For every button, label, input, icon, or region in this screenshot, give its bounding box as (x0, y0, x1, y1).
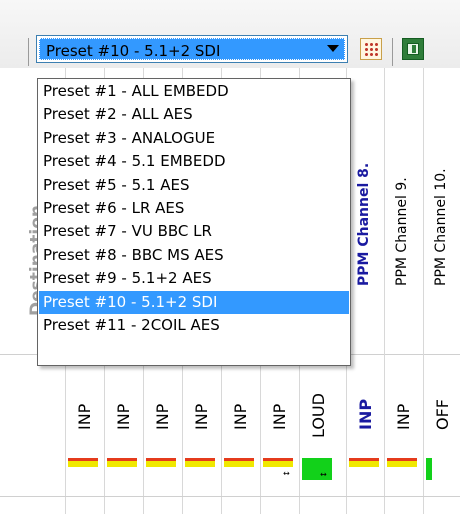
routing-cell[interactable]: INP (394, 404, 413, 430)
preset-option[interactable]: Preset #3 - ANALOGUE (39, 127, 349, 150)
preset-option[interactable]: Preset #1 - ALL EMBEDD (39, 80, 349, 103)
toolbar-separator (28, 38, 29, 66)
level-meter (185, 458, 215, 480)
grid-row-divider (0, 496, 460, 497)
green-window-icon[interactable] (402, 38, 424, 60)
level-meter: ↔ (302, 458, 332, 480)
column-header[interactable]: PPM Channel 9. (394, 177, 410, 286)
routing-cell[interactable]: INP (231, 404, 250, 430)
toolbar: Preset #10 - 5.1+2 SDI (0, 0, 460, 69)
level-meter (426, 458, 456, 480)
routing-cell[interactable]: INP (356, 399, 375, 430)
preset-option[interactable]: Preset #9 - 5.1+2 AES (39, 267, 349, 290)
routing-cell[interactable]: INP (153, 404, 172, 430)
level-meter (68, 458, 98, 480)
grid-column-divider (423, 68, 424, 514)
toolbar-separator (392, 38, 393, 66)
preset-option[interactable]: Preset #8 - BBC MS AES (39, 244, 349, 267)
preset-select[interactable]: Preset #10 - 5.1+2 SDI (36, 35, 348, 63)
routing-cell[interactable]: OFF (433, 399, 452, 430)
level-meter (107, 458, 137, 480)
preset-dropdown-list[interactable]: Preset #1 - ALL EMBEDD Preset #2 - ALL AE… (37, 78, 351, 366)
routing-cell[interactable]: INP (114, 404, 133, 430)
preset-option[interactable]: Preset #6 - LR AES (39, 197, 349, 220)
column-header[interactable]: PPM Channel 8. (356, 163, 372, 286)
column-header[interactable]: PPM Channel 10. (433, 168, 449, 286)
level-meter: ↔ (263, 458, 293, 480)
preset-option[interactable]: Preset #7 - VU BBC LR (39, 220, 349, 243)
routing-cell[interactable]: INP (192, 404, 211, 430)
meter-marker-icon: ↔ (283, 469, 290, 478)
grid-column-divider (384, 68, 385, 514)
level-meter (349, 458, 379, 480)
routing-cell[interactable]: LOUD (309, 393, 328, 438)
level-meter (387, 458, 417, 480)
numeric-keypad-icon[interactable] (360, 38, 382, 60)
chevron-down-icon[interactable] (327, 45, 339, 52)
level-meter (224, 458, 254, 480)
preset-option[interactable]: Preset #2 - ALL AES (39, 103, 349, 126)
routing-cell[interactable]: INP (270, 404, 289, 430)
level-meter (146, 458, 176, 480)
preset-option[interactable]: Preset #11 - 2COIL AES (39, 314, 349, 337)
preset-select-value: Preset #10 - 5.1+2 SDI (46, 42, 221, 60)
routing-cell[interactable]: INP (75, 404, 94, 430)
preset-option[interactable]: Preset #4 - 5.1 EMBEDD (39, 150, 349, 173)
meter-marker-icon: ↔ (320, 470, 327, 479)
preset-option[interactable]: Preset #5 - 5.1 AES (39, 174, 349, 197)
preset-select-value-box: Preset #10 - 5.1+2 SDI (39, 38, 345, 60)
preset-option[interactable]: Preset #10 - 5.1+2 SDI (39, 290, 349, 314)
